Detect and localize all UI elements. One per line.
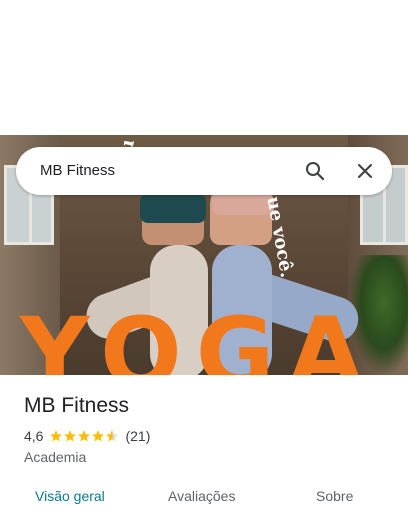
search-bar[interactable]: MB Fitness — [16, 147, 392, 195]
star-icon — [92, 430, 105, 442]
rating-value: 4,6 — [24, 428, 44, 444]
search-icon[interactable] — [303, 159, 327, 183]
rating-row[interactable]: 4,6 (21) — [24, 428, 150, 444]
tab-bar: Visão geral Avaliações Sobre — [0, 478, 408, 510]
tab-overview[interactable]: Visão geral — [35, 488, 105, 504]
figure-left-top — [140, 193, 206, 223]
place-title: MB Fitness — [24, 394, 130, 417]
close-icon[interactable] — [353, 159, 377, 183]
tab-reviews[interactable]: Avaliações — [168, 488, 235, 504]
star-icon — [64, 430, 77, 442]
tab-about[interactable]: Sobre — [316, 488, 353, 504]
hero-yoga-text: YOGA — [20, 297, 377, 375]
reviews-count[interactable]: (21) — [125, 428, 150, 444]
place-category[interactable]: Academia — [24, 449, 86, 465]
star-half-icon — [106, 430, 119, 442]
search-input[interactable]: MB Fitness — [40, 162, 115, 179]
rating-stars — [49, 429, 119, 443]
star-icon — [78, 430, 91, 442]
star-icon — [50, 430, 63, 442]
